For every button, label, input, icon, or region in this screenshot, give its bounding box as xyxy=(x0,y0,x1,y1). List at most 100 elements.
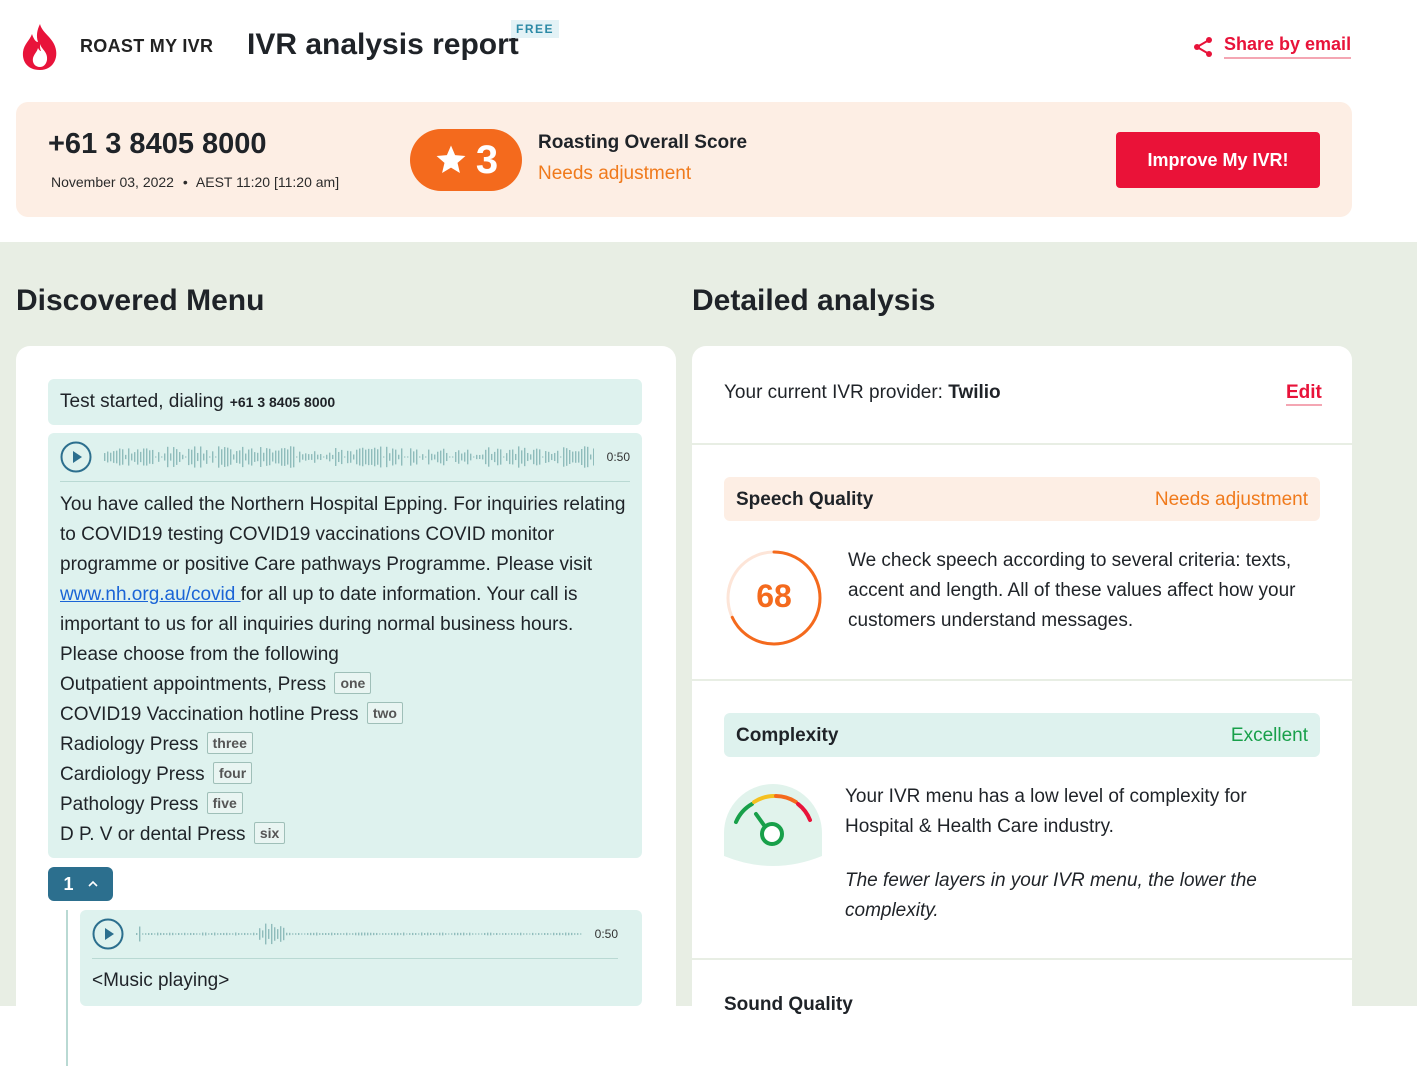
page-header: ROAST MY IVR IVR analysis report FREE Sh… xyxy=(0,0,1417,242)
covid-info-link[interactable]: www.nh.org.au/covid xyxy=(60,584,241,605)
waveform-bar xyxy=(221,449,223,465)
waveform-bar xyxy=(337,933,339,935)
waveform-bar xyxy=(329,452,331,462)
waveform-bar xyxy=(466,933,468,935)
improve-my-ivr-button[interactable]: Improve My IVR! xyxy=(1116,132,1320,188)
waveform-bar xyxy=(500,449,502,465)
menu-option: Pathology Press five xyxy=(60,790,632,820)
waveform-bar xyxy=(439,932,441,936)
free-badge: FREE xyxy=(511,20,560,38)
share-by-email-button[interactable]: Share by email xyxy=(1192,34,1352,59)
complexity-description: Your IVR menu has a low level of complex… xyxy=(845,786,1247,837)
brand-name[interactable]: ROAST MY IVR xyxy=(80,36,213,57)
complexity-status: Excellent xyxy=(1230,725,1308,746)
waveform-bar xyxy=(520,932,522,936)
waveform-bar xyxy=(449,456,451,458)
waveform-bar xyxy=(151,932,153,936)
section-divider xyxy=(692,958,1352,960)
waveform-bar xyxy=(352,933,354,935)
option-label: Outpatient appointments, Press xyxy=(60,674,327,695)
prompt-text-start: You have called the Northern Hospital Ep… xyxy=(60,494,626,575)
phone-number: +61 3 8405 8000 xyxy=(48,128,267,160)
audio-duration: 0:50 xyxy=(606,450,630,464)
waveform-bar xyxy=(209,456,211,458)
waveform-bar xyxy=(175,933,177,935)
waveform-bar xyxy=(227,447,229,467)
waveform-bar xyxy=(206,450,208,464)
waveform-bar xyxy=(434,454,436,460)
option-key-chip[interactable]: two xyxy=(366,702,403,724)
waveform-bar xyxy=(250,933,252,935)
option-key-chip[interactable]: four xyxy=(212,762,253,784)
waveform-bar xyxy=(239,450,241,464)
waveform-bar xyxy=(298,933,300,935)
option-key-chip[interactable]: one xyxy=(334,672,372,694)
option-key-chip[interactable]: six xyxy=(253,822,286,844)
waveform-bar xyxy=(223,932,225,936)
test-time: AEST 11:20 [11:20 am] xyxy=(195,174,340,190)
waveform-bar xyxy=(194,446,196,468)
waveform-bar xyxy=(299,451,301,463)
waveform-bar xyxy=(191,449,193,465)
menu-option: Cardiology Press four xyxy=(60,760,632,790)
waveform-bar xyxy=(547,933,549,935)
waveform-bar xyxy=(487,932,489,936)
waveform-bar xyxy=(296,456,298,458)
waveform-bar xyxy=(307,933,309,935)
waveform-bar xyxy=(290,446,292,468)
play-icon[interactable] xyxy=(92,918,124,950)
flame-logo-icon[interactable] xyxy=(20,22,60,72)
waveform-bar xyxy=(538,933,540,935)
complexity-header: Complexity Excellent xyxy=(724,713,1320,757)
waveform-bar xyxy=(166,933,168,935)
waveform-bar xyxy=(269,448,271,466)
waveform-bar xyxy=(136,933,138,935)
waveform-bar xyxy=(326,454,328,460)
prompt-transcript: You have called the Northern Hospital Ep… xyxy=(60,490,632,850)
waveform-bar xyxy=(215,456,217,458)
waveform-bar xyxy=(122,449,124,465)
waveform-bar xyxy=(497,448,499,466)
waveform-bar xyxy=(571,932,573,936)
waveform-bar xyxy=(320,454,322,460)
waveform-bar xyxy=(233,454,235,460)
waveform-bar xyxy=(286,932,288,936)
option-label: Cardiology Press xyxy=(60,764,205,785)
waveform-bar xyxy=(259,928,261,940)
waveform-bar xyxy=(584,446,586,468)
speech-quality-status: Needs adjustment xyxy=(1154,489,1308,510)
waveform-bar xyxy=(553,932,555,936)
waveform-bar xyxy=(412,932,414,936)
audio-waveform[interactable] xyxy=(136,922,582,946)
option-key-chip[interactable]: three xyxy=(206,732,253,754)
waveform-bar xyxy=(388,933,390,935)
waveform-bar xyxy=(457,932,459,936)
menu-option: COVID19 Vaccination hotline Press two xyxy=(60,700,632,730)
branch-toggle-1[interactable]: 1 xyxy=(48,867,113,901)
edit-provider-link[interactable]: Edit xyxy=(1286,382,1322,406)
audio-player: 0:50 xyxy=(60,441,630,473)
waveform-bar xyxy=(163,933,165,935)
waveform-bar xyxy=(529,933,531,935)
audio-waveform[interactable] xyxy=(104,445,594,469)
option-key-chip[interactable]: five xyxy=(206,792,243,814)
waveform-bar xyxy=(340,933,342,935)
waveform-bar xyxy=(479,454,481,460)
waveform-bar xyxy=(373,932,375,936)
play-icon[interactable] xyxy=(60,441,92,473)
dialed-number: +61 3 8405 8000 xyxy=(229,394,336,410)
share-icon xyxy=(1194,36,1212,57)
waveform-bar xyxy=(536,448,538,466)
waveform-bar xyxy=(140,451,142,463)
waveform-bar xyxy=(187,933,189,935)
waveform-bar xyxy=(353,454,355,460)
waveform-bar xyxy=(332,454,334,460)
waveform-bar xyxy=(235,932,237,936)
waveform-bar xyxy=(488,447,490,467)
waveform-bar xyxy=(199,933,201,935)
score-label: Roasting Overall Score xyxy=(538,132,748,153)
complexity-note: The fewer layers in your IVR menu, the l… xyxy=(845,870,1257,921)
waveform-bar xyxy=(308,454,310,460)
waveform-bar xyxy=(146,448,148,466)
player-divider xyxy=(92,958,618,959)
